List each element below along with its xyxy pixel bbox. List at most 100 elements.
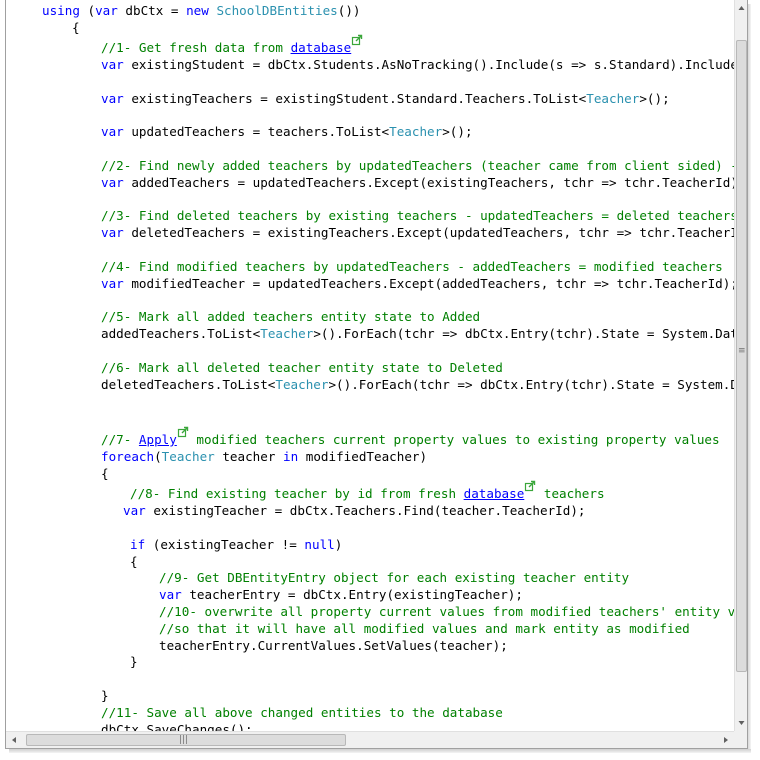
code-token: modifiedTeacher) <box>298 449 428 464</box>
code-token: ( <box>154 449 162 464</box>
code-token: >(); <box>442 124 473 139</box>
code-line: { <box>130 553 138 570</box>
code-token: var <box>101 276 124 291</box>
code-area[interactable]: using ( var dbCtx = new SchoolDBEntities (… <box>6 0 734 731</box>
code-line: //5- Mark all added teachers entity stat… <box>101 308 480 325</box>
code-line: { <box>72 19 80 36</box>
code-token: dbCtx = <box>117 3 187 18</box>
code-token: deletedTeachers = existingTeachers.Excep… <box>123 225 734 240</box>
code-line: //8- Find existing teacher by id from fr… <box>130 480 605 502</box>
code-token: { <box>72 20 80 35</box>
code-token: new <box>186 3 209 18</box>
code-token: using <box>42 3 80 18</box>
window-shadow-bottom <box>9 749 751 753</box>
code-token: SchoolDBEntities <box>216 3 338 18</box>
code-line: //9- Get DBEntityEntry object for each e… <box>159 569 629 586</box>
code-line: //3- Find deleted teachers by existing t… <box>101 207 734 224</box>
code-token: addedTeachers = updatedTeachers.Except(e… <box>123 175 734 190</box>
code-token: Teacher <box>389 124 443 139</box>
code-token: //so that it will have all modified valu… <box>159 621 690 636</box>
code-token: var <box>101 225 124 240</box>
code-line: //4- Find modified teachers by updatedTe… <box>101 258 723 275</box>
code-token: Teacher <box>275 377 329 392</box>
external-link-icon[interactable] <box>351 34 363 46</box>
code-token: >(); <box>639 91 670 106</box>
code-token: teachers <box>536 486 605 501</box>
code-token: in <box>283 449 299 464</box>
code-token: >().ForEach(tchr => dbCtx.Entry(tchr).St… <box>328 377 734 392</box>
code-token: var <box>101 175 124 190</box>
horizontal-scrollbar[interactable]: ||| <box>6 731 734 748</box>
code-line: var existingTeachers = existingStudent.S… <box>101 90 670 107</box>
code-line: //1- Get fresh data from database <box>101 34 363 56</box>
code-token: existingTeacher = dbCtx.Teachers.Find(te… <box>145 503 586 518</box>
code-token: modified teachers current property value… <box>188 432 720 447</box>
code-token: addedTeachers.ToList< <box>101 326 261 341</box>
code-token: { <box>130 554 138 569</box>
scroll-right-button[interactable] <box>717 732 734 748</box>
code-token: if <box>130 537 146 552</box>
code-token: Teacher <box>260 326 314 341</box>
code-token: //11- Save all above changed entities to… <box>101 705 503 720</box>
triangle-left-icon <box>12 737 16 743</box>
code-line: //10- overwrite all property current val… <box>159 603 734 620</box>
code-line: } <box>101 687 109 704</box>
hyperlink[interactable]: database <box>291 40 352 55</box>
triangle-up-icon <box>738 6 745 10</box>
code-token: var <box>123 503 146 518</box>
code-token: ) <box>334 537 343 552</box>
code-line: foreach(Teacher teacher in modifiedTeach… <box>101 448 427 465</box>
code-token: var <box>101 124 124 139</box>
code-token: { <box>101 466 109 481</box>
code-token: null <box>304 537 335 552</box>
code-token: teacherEntry.CurrentValues.SetValues(tea… <box>159 638 508 653</box>
external-link-icon[interactable] <box>177 426 189 438</box>
scroll-left-button[interactable] <box>6 732 23 748</box>
code-token: Teacher <box>586 91 640 106</box>
code-line: dbCtx.SaveChanges(); <box>101 721 253 731</box>
code-token: foreach <box>101 449 155 464</box>
code-line: addedTeachers.ToList<Teacher>().ForEach(… <box>101 325 734 342</box>
horizontal-scroll-thumb[interactable]: ||| <box>26 734 346 746</box>
code-token: existingStudent = dbCtx.Students.AsNoTra… <box>131 57 734 72</box>
horizontal-grip-icon: ||| <box>179 735 189 745</box>
code-token: //4- Find modified teachers by updatedTe… <box>101 259 723 274</box>
hyperlink[interactable]: Apply <box>139 432 177 447</box>
code-line: //6- Mark all deleted teacher entity sta… <box>101 359 503 376</box>
code-line: //7- Apply modified teachers current pro… <box>101 426 720 448</box>
vertical-scroll-thumb[interactable]: ≡ <box>736 40 747 672</box>
scroll-up-button[interactable] <box>735 0 747 17</box>
code-line: var updatedTeachers = teachers.ToList<Te… <box>101 123 473 140</box>
code-line: { <box>101 465 109 482</box>
code-token: updatedTeachers = teachers.ToList< <box>123 124 390 139</box>
code-line: var addedTeachers = updatedTeachers.Exce… <box>101 174 734 191</box>
code-token: teacher <box>214 449 283 464</box>
code-line: var existingStudent = dbCtx.Students.AsN… <box>101 56 734 73</box>
scrollbar-corner <box>734 731 747 748</box>
code-line: //2- Find newly added teachers by update… <box>101 157 734 174</box>
code-token: existingTeachers = existingStudent.Stand… <box>123 91 587 106</box>
code-line: using (var dbCtx = new SchoolDBEntities(… <box>42 2 361 19</box>
hyperlink[interactable]: database <box>464 486 525 501</box>
external-link-icon[interactable] <box>524 480 536 492</box>
code-line: var existingTeacher = dbCtx.Teachers.Fin… <box>123 502 586 519</box>
code-line: var modifiedTeacher = updatedTeachers.Ex… <box>101 275 734 292</box>
code-line: deletedTeachers.ToList<Teacher>().ForEac… <box>101 376 734 393</box>
code-token: //10- overwrite all property current val… <box>159 604 734 619</box>
code-token: deletedTeachers.ToList< <box>101 377 276 392</box>
code-token: //7- <box>101 432 139 447</box>
code-token: } <box>101 688 109 703</box>
code-line: //so that it will have all modified valu… <box>159 620 690 637</box>
code-token: >().ForEach(tchr => dbCtx.Entry(tchr).St… <box>313 326 734 341</box>
code-token: (existingTeacher != <box>145 537 305 552</box>
code-token: teacherEntry = dbCtx.Entry(existingTeach… <box>181 587 523 602</box>
vertical-scrollbar[interactable]: ≡ <box>734 0 747 731</box>
code-token: //9- Get DBEntityEntry object for each e… <box>159 570 630 585</box>
code-token: //2- Find newly added teachers by update… <box>101 158 734 173</box>
vertical-grip-icon: ≡ <box>738 346 746 356</box>
code-token: //6- Mark all deleted teacher entity sta… <box>101 360 503 375</box>
scroll-down-button[interactable] <box>735 714 747 731</box>
code-token: modifiedTeacher = updatedTeachers.Except… <box>123 276 734 291</box>
triangle-down-icon <box>738 721 745 725</box>
code-token: //1- Get fresh data from <box>101 40 291 55</box>
